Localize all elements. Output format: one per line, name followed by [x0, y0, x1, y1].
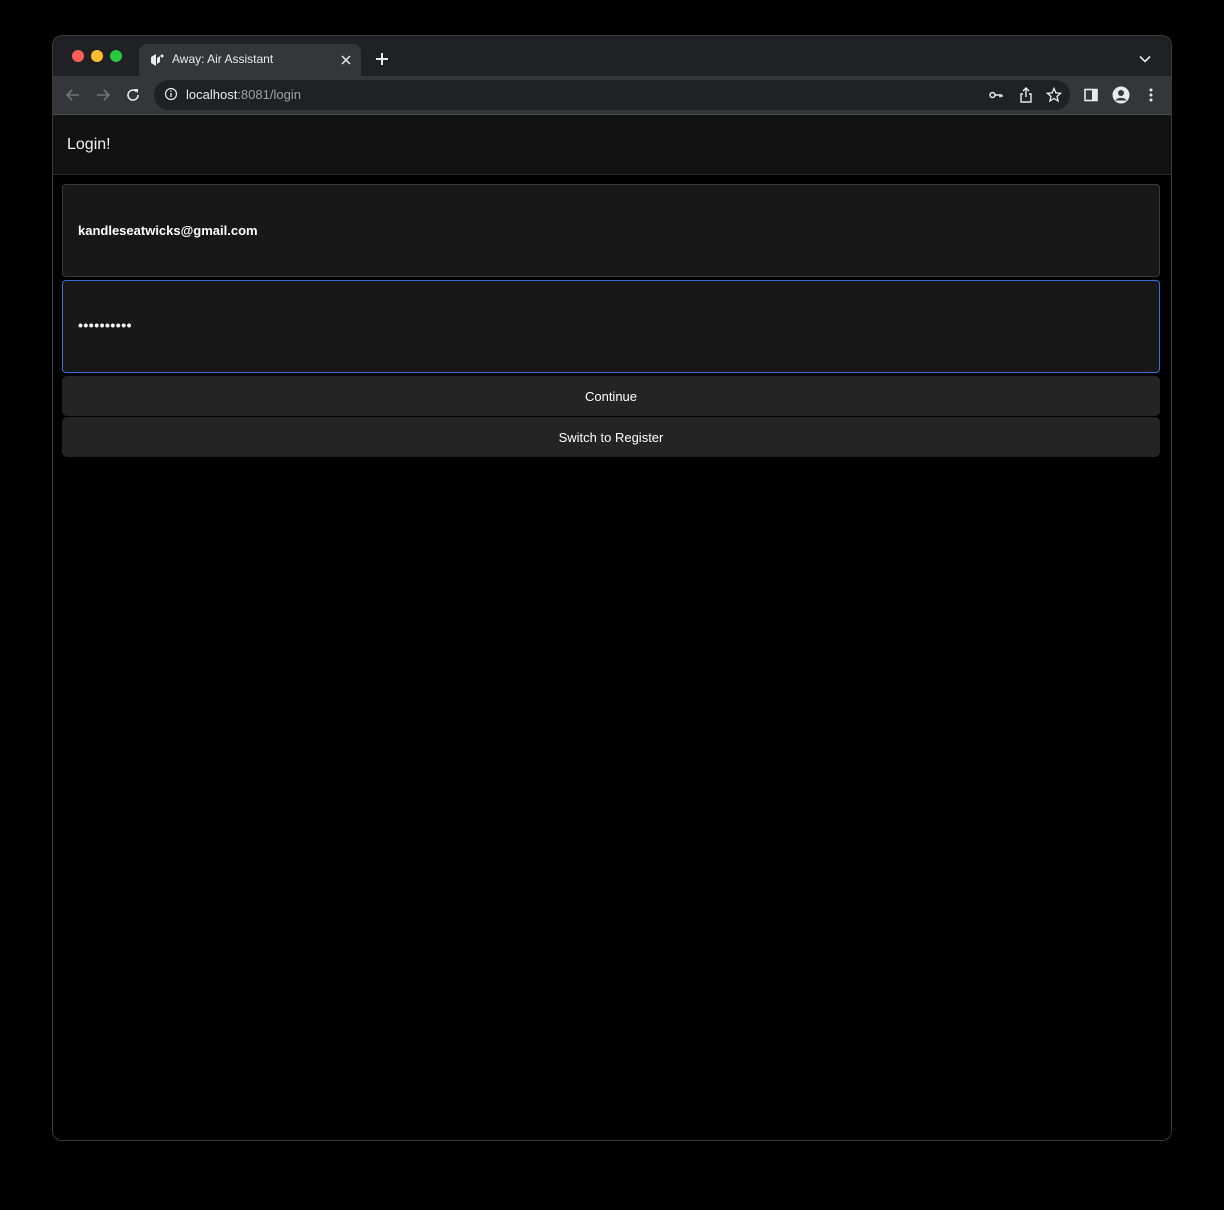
- share-icon[interactable]: [1016, 85, 1036, 105]
- kebab-menu-icon[interactable]: [1139, 83, 1163, 107]
- app-logo-icon: [149, 52, 165, 68]
- tab-title: Away: Air Assistant: [172, 52, 274, 66]
- maximize-window-button[interactable]: [110, 50, 122, 62]
- address-bar[interactable]: localhost:8081/login: [154, 80, 1070, 110]
- key-icon[interactable]: [986, 85, 1006, 105]
- page-title: Login!: [67, 136, 111, 153]
- continue-label: Continue: [584, 388, 638, 404]
- profile-icon[interactable]: [1109, 83, 1133, 107]
- arrow-right-icon[interactable]: [91, 83, 115, 107]
- close-window-button[interactable]: [72, 50, 84, 62]
- browser-toolbar: localhost:8081/login: [53, 76, 1171, 115]
- email-value: kandleseatwicks@gmail.com: [78, 223, 258, 238]
- page-content: Login! kandleseatwicks@gmail.com •••••••…: [53, 115, 1171, 1140]
- email-field[interactable]: kandleseatwicks@gmail.com: [62, 184, 1160, 277]
- continue-button[interactable]: Continue: [62, 376, 1160, 416]
- close-tab-icon[interactable]: [337, 51, 355, 69]
- browser-tab[interactable]: Away: Air Assistant: [139, 44, 361, 76]
- plus-icon[interactable]: [371, 48, 393, 70]
- info-icon[interactable]: [164, 87, 180, 103]
- password-field[interactable]: ••••••••••: [62, 280, 1160, 373]
- password-value: ••••••••••: [78, 317, 133, 333]
- chevron-down-icon[interactable]: [1135, 49, 1155, 69]
- tab-strip: Away: Air Assistant: [53, 36, 1171, 76]
- switch-to-register-button[interactable]: Switch to Register: [62, 417, 1160, 457]
- app-header: Login!: [53, 115, 1171, 175]
- star-icon[interactable]: [1044, 85, 1064, 105]
- url-host: localhost: [186, 87, 238, 102]
- switch-label: Switch to Register: [558, 429, 664, 445]
- url-text[interactable]: localhost:8081/login: [186, 87, 301, 102]
- arrow-left-icon[interactable]: [61, 83, 85, 107]
- reload-icon[interactable]: [121, 83, 145, 107]
- browser-window: Away: Air Assistant localhost:8081/login…: [52, 35, 1172, 1141]
- minimize-window-button[interactable]: [91, 50, 103, 62]
- url-path: :8081/login: [237, 87, 301, 102]
- side-panel-icon[interactable]: [1079, 83, 1103, 107]
